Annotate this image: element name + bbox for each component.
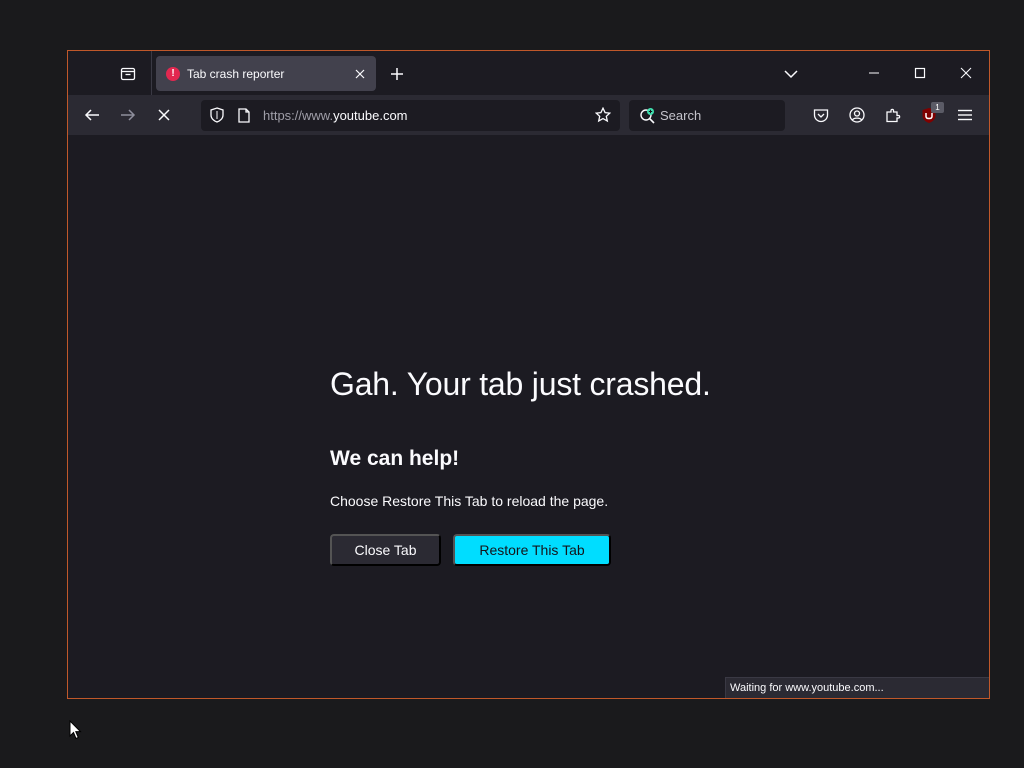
forward-button[interactable] [112,101,144,129]
tab-close-button[interactable] [350,64,370,84]
page-content: Gah. Your tab just crashed. We can help!… [68,135,989,698]
star-icon [595,107,611,123]
pocket-icon [813,108,829,122]
url-prefix: https://www. [263,108,334,123]
chevron-down-icon [784,70,798,79]
tab-strip: ! Tab crash reporter [68,51,989,95]
minimize-button[interactable] [851,57,897,89]
tab-title: Tab crash reporter [187,66,285,81]
ublock-origin-button[interactable]: 1 [914,101,944,129]
account-button[interactable] [842,101,872,129]
search-input[interactable]: Search [660,108,701,123]
ublock-badge-count: 1 [931,102,944,113]
close-window-button[interactable] [943,57,989,89]
list-all-tabs-button[interactable] [778,61,804,87]
plus-icon [391,68,403,80]
search-bar[interactable]: Search [629,100,785,131]
crash-description: Choose Restore This Tab to reload the pa… [330,493,609,509]
url-bar[interactable]: https://www.youtube.com [201,100,620,131]
back-arrow-icon [84,109,99,121]
status-bar: Waiting for www.youtube.com... [725,677,989,698]
tab-strip-separator [151,51,152,95]
bookmark-button[interactable] [595,107,611,123]
tab-crash-reporter[interactable]: ! Tab crash reporter [156,56,376,91]
mouse-cursor-icon [69,720,82,740]
account-icon [849,107,865,123]
extensions-icon [886,108,901,123]
restore-tab-button[interactable]: Restore This Tab [453,534,611,566]
url-domain: youtube.com [333,108,408,123]
app-menu-button[interactable] [950,101,980,129]
crash-subtitle: We can help! [330,447,460,470]
new-tab-button[interactable] [384,61,410,87]
stop-button[interactable] [148,101,180,129]
close-window-icon [960,67,972,79]
firefox-view-button[interactable] [108,61,148,87]
shield-icon [210,107,224,123]
page-icon [238,107,250,123]
back-button[interactable] [76,101,108,129]
desktop: ! Tab crash reporter https://www.youtube… [0,0,1024,768]
stop-icon [158,109,170,121]
search-engine-button[interactable] [639,107,657,125]
maximize-icon [914,67,926,79]
browser-window: ! Tab crash reporter https://www.youtube… [67,50,990,699]
close-tab-button[interactable]: Close Tab [330,534,441,566]
firefox-view-icon [120,67,136,81]
tracking-protection-button[interactable] [209,107,225,123]
error-icon: ! [166,66,180,81]
navigation-toolbar: https://www.youtube.com Search 1 [68,95,989,135]
site-info-button[interactable] [236,107,252,123]
extensions-button[interactable] [878,101,908,129]
maximize-button[interactable] [897,57,943,89]
close-icon [355,69,365,78]
forward-arrow-icon [121,109,136,121]
url-text[interactable]: https://www.youtube.com [263,108,408,123]
hamburger-menu-icon [958,109,972,121]
search-icon [640,108,655,124]
pocket-button[interactable] [806,101,836,129]
minimize-icon [869,72,879,74]
crash-title: Gah. Your tab just crashed. [330,366,711,402]
